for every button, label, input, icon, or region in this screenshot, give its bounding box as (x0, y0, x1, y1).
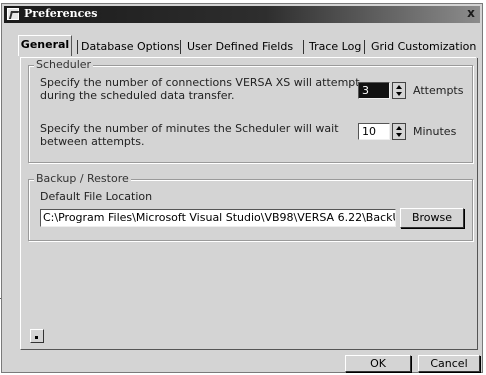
minutes-spinner[interactable] (392, 123, 406, 140)
minutes-wait-input[interactable]: 10 (358, 123, 390, 140)
minutes-unit-label: Minutes (413, 125, 457, 138)
connections-label-line2: during the scheduled data transfer. (40, 89, 235, 102)
spin-down-icon[interactable] (396, 133, 402, 137)
tab-general[interactable]: General (18, 35, 72, 56)
tab-separator (364, 40, 365, 54)
tab-separator (303, 40, 304, 54)
dot-icon (35, 336, 38, 339)
tab-trace-log[interactable]: Trace Log (309, 38, 361, 56)
title-bar[interactable]: Preferences x (4, 6, 480, 23)
preferences-dialog: Preferences x General Database Options U… (1, 3, 483, 373)
default-file-location-label: Default File Location (40, 190, 153, 203)
window-title: Preferences (24, 7, 98, 20)
spin-down-icon[interactable] (396, 92, 402, 96)
tab-database-options[interactable]: Database Options (81, 38, 179, 56)
minutes-label-line1: Specify the number of minutes the Schedu… (40, 122, 339, 135)
tab-user-defined-fields[interactable]: User Defined Fields (187, 38, 293, 56)
tab-grid-customization[interactable]: Grid Customization (371, 38, 476, 56)
browse-button[interactable]: Browse (400, 208, 464, 228)
tab-separator (180, 40, 181, 54)
backup-restore-legend: Backup / Restore (34, 172, 131, 185)
ok-button[interactable]: OK (345, 355, 411, 372)
connections-attempts-input[interactable]: 3 (358, 82, 390, 99)
scheduler-legend: Scheduler (34, 58, 94, 71)
spin-up-icon[interactable] (396, 126, 402, 130)
connections-spinner[interactable] (392, 82, 406, 99)
cancel-button[interactable]: Cancel (418, 355, 480, 372)
tab-separator (77, 40, 78, 54)
minutes-label-line2: between attempts. (40, 135, 145, 148)
small-options-button[interactable] (30, 329, 44, 343)
connections-label-line1: Specify the number of connections VERSA … (40, 76, 360, 89)
close-button[interactable]: x (464, 7, 478, 20)
default-file-location-input[interactable]: C:\Program Files\Microsoft Visual Studio… (40, 209, 396, 227)
spin-up-icon[interactable] (396, 85, 402, 89)
attempts-unit-label: Attempts (413, 84, 464, 97)
app-icon (7, 8, 19, 20)
